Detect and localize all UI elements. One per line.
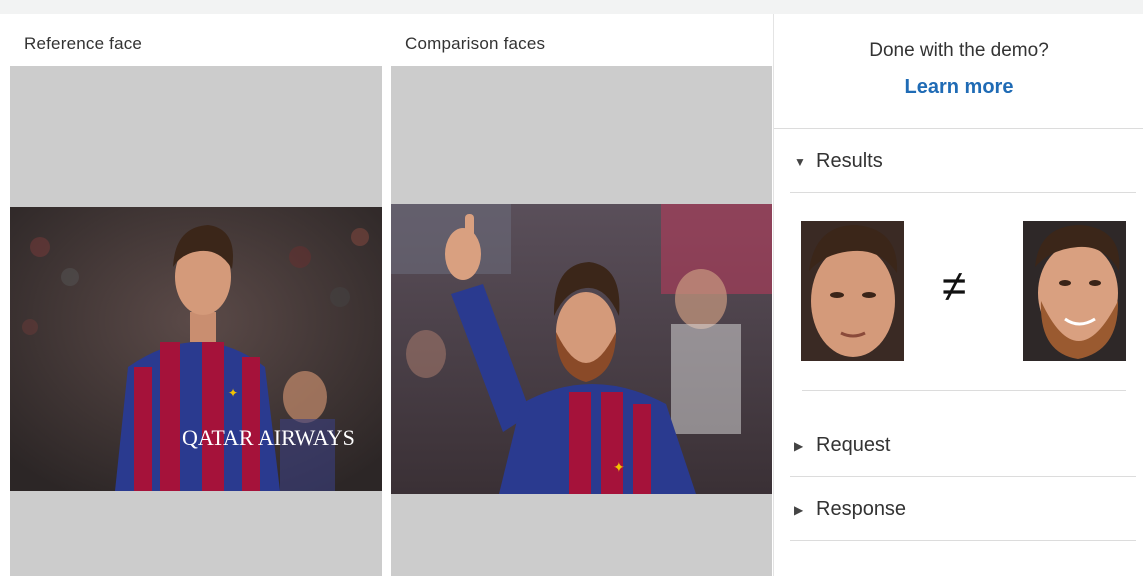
comparison-photo: ✦ — [391, 204, 772, 494]
reference-face-thumbnail — [801, 221, 904, 361]
results-section-label: Results — [816, 150, 883, 172]
response-section-label: Response — [816, 498, 907, 520]
done-demo-text: Done with the demo? — [869, 40, 1049, 61]
reference-face-title: Reference face — [24, 34, 143, 53]
divider — [774, 128, 1143, 129]
reference-photo: ✦ QATAR AIRWAYS — [10, 207, 382, 491]
not-equal-icon: ≠ — [942, 262, 967, 311]
jersey-text: QATAR AIRWAYS — [182, 425, 355, 450]
comparison-faces-title: Comparison faces — [405, 34, 546, 53]
caret-right-icon: ▶ — [794, 502, 804, 517]
learn-more-link[interactable]: Learn more — [774, 76, 1143, 99]
caret-right-icon: ▶ — [794, 438, 804, 453]
reference-face-panel: Reference face ✦ QATAR AIRWAYS — [10, 14, 382, 576]
svg-text:✦: ✦ — [228, 386, 238, 400]
divider — [802, 390, 1126, 391]
results-section-toggle[interactable]: ▼ Results — [794, 150, 883, 173]
comparison-face-thumbnail — [1023, 221, 1126, 361]
caret-down-icon: ▼ — [794, 154, 806, 169]
results-sidebar: Done with the demo? Learn more ▼ Results … — [773, 14, 1143, 576]
top-strip — [0, 0, 1143, 14]
comparison-faces-panel: Comparison faces ✦ — [391, 14, 772, 576]
response-section-toggle[interactable]: ▶ Response — [794, 498, 906, 521]
reference-image-area[interactable]: ✦ QATAR AIRWAYS — [10, 66, 382, 576]
divider — [790, 192, 1136, 193]
comparison-image-area[interactable]: ✦ — [391, 66, 772, 576]
request-section-label: Request — [816, 434, 891, 456]
svg-text:✦: ✦ — [613, 459, 625, 475]
request-section-toggle[interactable]: ▶ Request — [794, 434, 891, 457]
divider — [790, 476, 1136, 477]
divider — [790, 540, 1136, 541]
